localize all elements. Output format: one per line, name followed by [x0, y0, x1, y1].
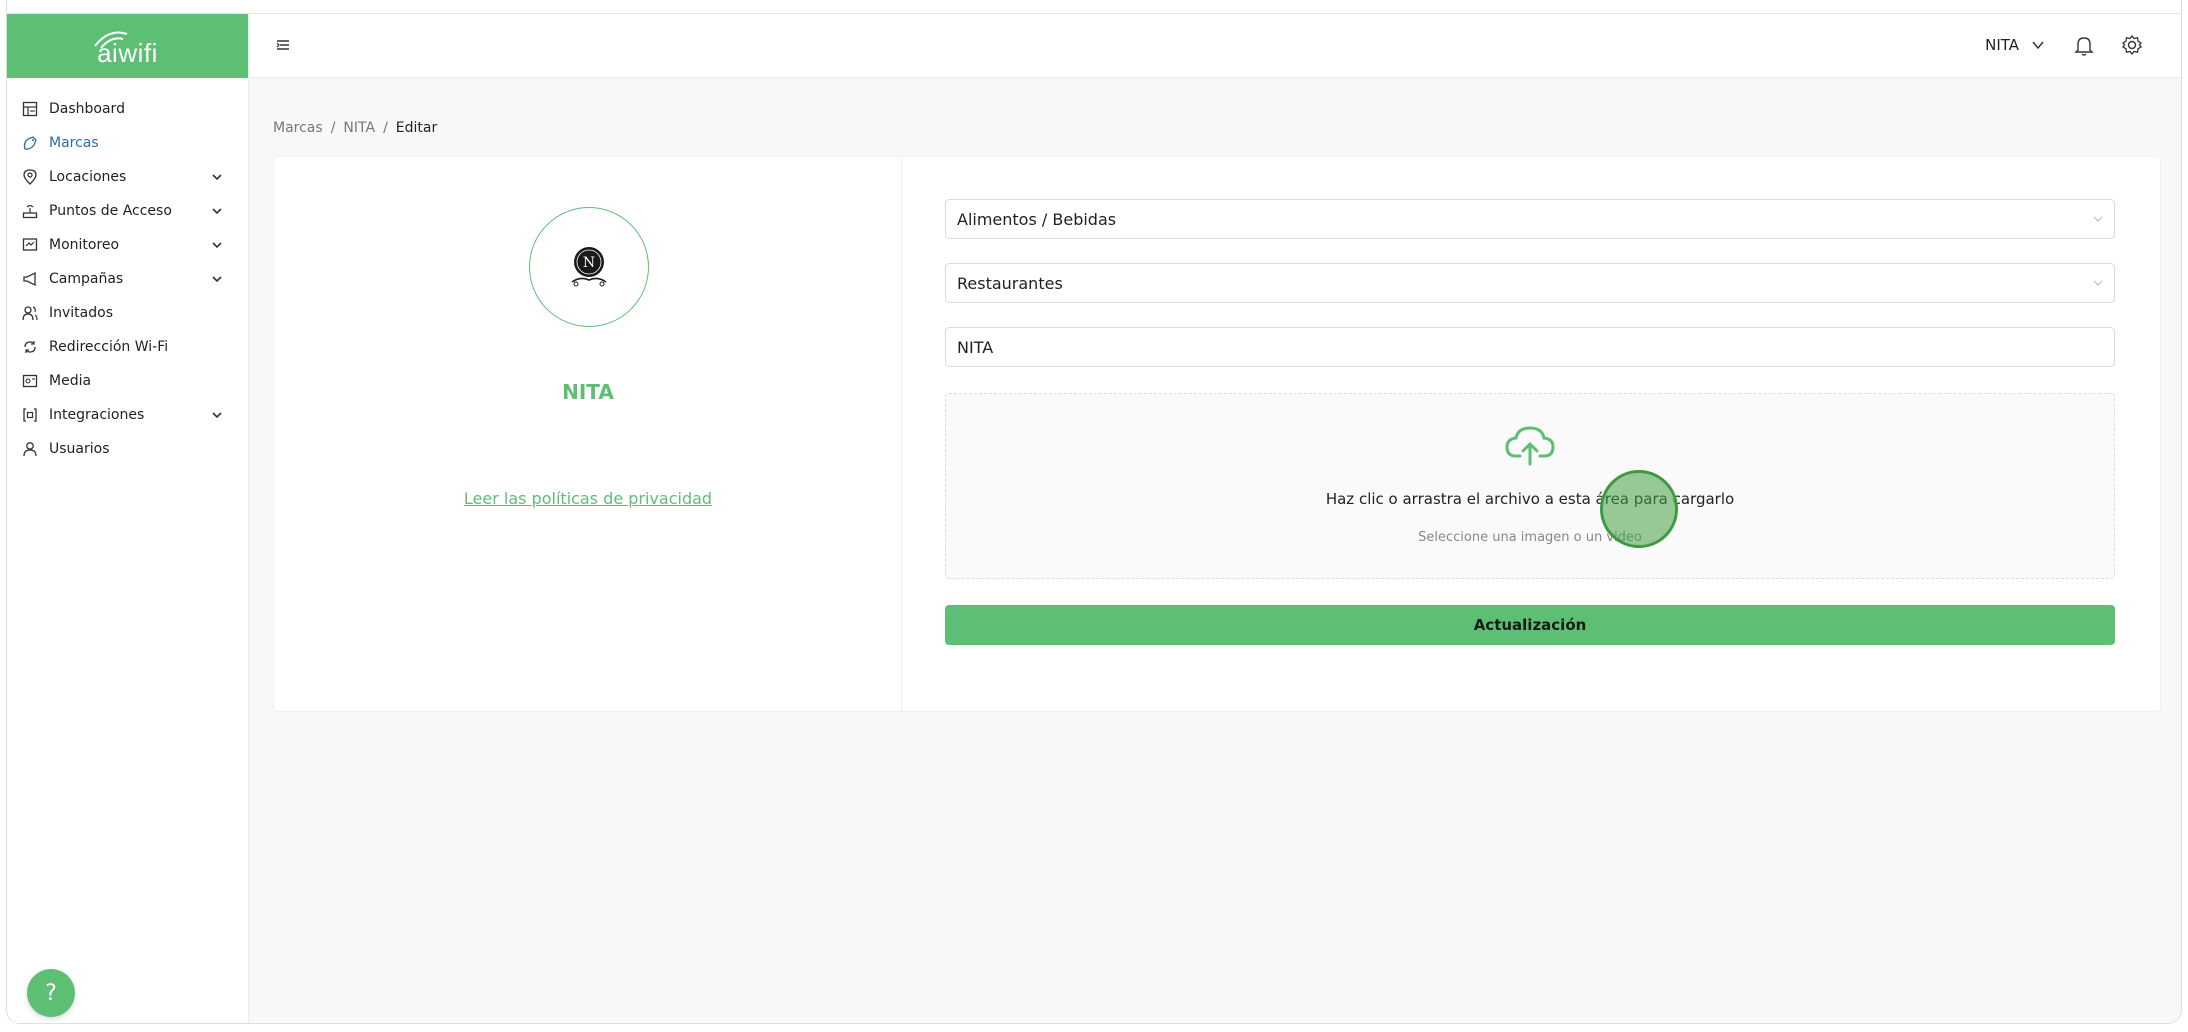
brand-logo-icon: N [571, 247, 607, 287]
logo[interactable]: aiwifi [7, 14, 248, 78]
sidebar-nav: Dashboard Marcas Locaciones Puntos de Acces… [7, 78, 248, 466]
users-icon [21, 304, 39, 322]
breadcrumb-separator: / [330, 120, 336, 136]
sidebar-item-integraciones[interactable]: Integraciones [7, 398, 248, 432]
breadcrumb-separator: / [383, 120, 388, 136]
dashboard-icon [21, 100, 39, 118]
brand-profile-pane: N NITA Leer las políticas de privacidad [274, 157, 902, 711]
app-window: aiwifi Dashboard Marcas Locaciones Puntos d… [6, 0, 2182, 1024]
monitor-icon [21, 236, 39, 254]
sidebar-item-label: Usuarios [49, 441, 110, 457]
svg-text:N: N [583, 255, 595, 271]
user-icon [21, 440, 39, 458]
menu-toggle-icon[interactable] [274, 36, 292, 54]
sidebar-item-label: Campañas [49, 271, 124, 287]
sidebar-item-label: Monitoreo [49, 237, 120, 253]
brand-name-value: NITA [957, 337, 994, 357]
subcategory-select[interactable]: Restaurantes [945, 263, 2115, 303]
brand-name-input[interactable]: NITA [945, 327, 2115, 367]
gear-icon[interactable] [2121, 34, 2143, 56]
brand-icon [21, 134, 39, 152]
cloud-upload-icon [1505, 426, 1555, 466]
subcategory-value: Restaurantes [957, 273, 1063, 293]
upload-hint: Seleccione una imagen o un video [1418, 530, 1642, 545]
top-header: NITA [250, 14, 2181, 78]
redirect-icon [21, 338, 39, 356]
sidebar-item-label: Locaciones [49, 169, 127, 185]
sidebar-item-label: Puntos de Acceso [49, 203, 172, 219]
sidebar-item-usuarios[interactable]: Usuarios [7, 432, 248, 466]
chevron-down-icon [2093, 280, 2103, 286]
sidebar-item-label: Redirección Wi-Fi [49, 339, 169, 355]
sidebar: aiwifi Dashboard Marcas Locaciones Puntos d… [7, 14, 249, 1023]
sidebar-item-dashboard[interactable]: Dashboard [7, 92, 248, 126]
sidebar-item-marcas[interactable]: Marcas [7, 126, 248, 160]
user-name: NITA [1985, 36, 2019, 54]
top-strip [7, 0, 2181, 14]
sidebar-item-puntos-de-acceso[interactable]: Puntos de Acceso [7, 194, 248, 228]
help-button[interactable]: ? [27, 969, 75, 1017]
sidebar-item-invitados[interactable]: Invitados [7, 296, 248, 330]
sidebar-item-campanas[interactable]: Campañas [7, 262, 248, 296]
sidebar-item-locaciones[interactable]: Locaciones [7, 160, 248, 194]
brand-name: NITA [562, 380, 614, 404]
breadcrumb-marcas[interactable]: Marcas [273, 120, 323, 136]
chevron-down-icon [2093, 216, 2103, 222]
bell-icon[interactable] [2073, 34, 2095, 56]
privacy-policy-link[interactable]: Leer las políticas de privacidad [274, 489, 902, 508]
file-upload-dropzone[interactable]: Haz clic o arrastra el archivo a esta ár… [945, 393, 2115, 579]
sidebar-item-media[interactable]: Media [7, 364, 248, 398]
sidebar-item-label: Dashboard [49, 101, 125, 117]
chevron-down-icon[interactable] [210, 272, 224, 286]
sidebar-item-label: Marcas [49, 135, 99, 151]
sidebar-item-label: Media [49, 373, 92, 389]
sidebar-item-label: Integraciones [49, 407, 145, 423]
chevron-down-icon [2032, 41, 2044, 50]
location-pin-icon [21, 168, 39, 186]
router-icon [21, 202, 39, 220]
brand-edit-card: N NITA Leer las políticas de privacidad … [273, 156, 2161, 712]
sidebar-item-monitoreo[interactable]: Monitoreo [7, 228, 248, 262]
update-button[interactable]: Actualización [945, 605, 2115, 645]
chevron-down-icon[interactable] [210, 408, 224, 422]
update-button-label: Actualización [1473, 616, 1587, 634]
category-select[interactable]: Alimentos / Bebidas [945, 199, 2115, 239]
breadcrumb: Marcas / NITA / Editar [273, 120, 437, 136]
user-menu[interactable]: NITA [1985, 36, 2045, 54]
sidebar-item-label: Invitados [49, 305, 113, 321]
help-label: ? [45, 980, 57, 1006]
breadcrumb-nita[interactable]: NITA [343, 120, 375, 136]
upload-title: Haz clic o arrastra el archivo a esta ár… [1325, 490, 1735, 508]
category-value: Alimentos / Bebidas [957, 209, 1117, 229]
chevron-down-icon[interactable] [210, 170, 224, 184]
chevron-down-icon[interactable] [210, 204, 224, 218]
wifi-logo-icon [94, 31, 128, 49]
brand-avatar[interactable]: N [529, 207, 649, 327]
breadcrumb-current: Editar [395, 120, 438, 136]
sidebar-item-redireccion-wi-fi[interactable]: Redirección Wi-Fi [7, 330, 248, 364]
integrations-icon [21, 406, 39, 424]
media-icon [21, 372, 39, 390]
megaphone-icon [21, 270, 39, 288]
chevron-down-icon[interactable] [210, 238, 224, 252]
